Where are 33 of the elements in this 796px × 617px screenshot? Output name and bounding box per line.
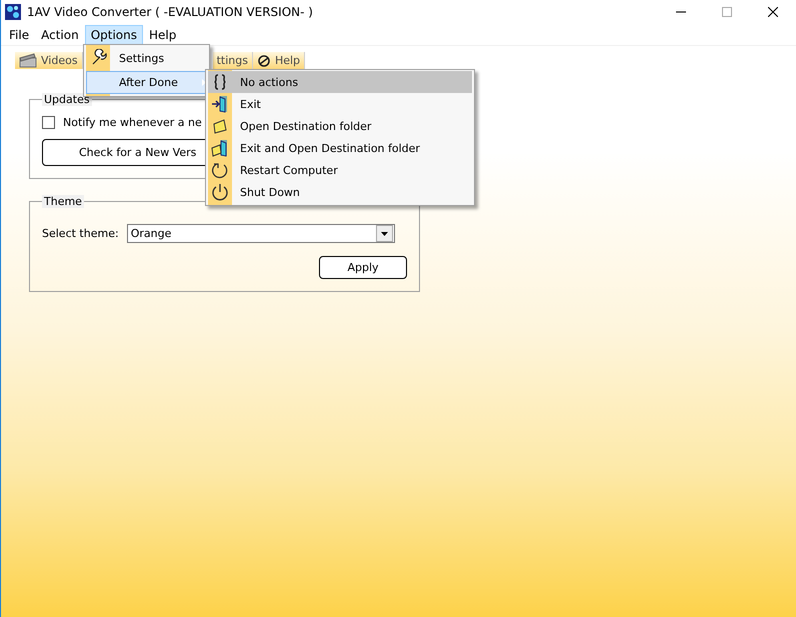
menu-item[interactable]: Action — [35, 24, 85, 44]
restart-icon — [211, 161, 229, 179]
braces-icon — [214, 74, 226, 90]
menu-item[interactable]: After Done — [86, 71, 207, 94]
window-title: 1AV Video Converter ( -EVALUATION VERSION- ) — [27, 5, 313, 19]
menu-item[interactable]: Shut Down — [208, 181, 472, 203]
group-title: Updates — [42, 93, 92, 106]
tab[interactable]: Videos — [15, 52, 83, 69]
folder-icon — [212, 118, 228, 134]
group-title: Theme — [42, 195, 84, 208]
checkbox-label: Notify me whenever a ne — [63, 116, 202, 129]
menu-item[interactable]: Open Destination folder — [208, 115, 472, 137]
power-icon — [211, 183, 229, 201]
door-exit-icon — [211, 95, 229, 113]
app-logo-icon — [5, 4, 21, 20]
menu-item[interactable]: Settings — [86, 46, 207, 70]
theme-dropdown[interactable]: Orange — [126, 224, 395, 243]
checkbox[interactable] — [42, 116, 55, 129]
tab[interactable]: Help — [252, 52, 306, 69]
menu-item[interactable]: Exit — [208, 93, 472, 115]
apply-button[interactable]: Apply — [319, 256, 407, 279]
clapperboard-icon — [19, 53, 37, 68]
close-icon — [768, 7, 778, 17]
select-label: Select theme: — [42, 227, 119, 240]
menu-item[interactable]: Options — [84, 24, 143, 44]
menu-item[interactable]: File — [3, 24, 36, 44]
tab[interactable]: ttings — [212, 52, 253, 69]
folder-door-icon — [211, 139, 229, 157]
wrench-icon — [90, 49, 108, 67]
dropdown-arrow-icon — [380, 232, 388, 236]
maximize-icon — [722, 7, 732, 17]
menu-item[interactable]: Help — [143, 24, 182, 44]
menu-item[interactable]: No actions — [208, 71, 472, 93]
